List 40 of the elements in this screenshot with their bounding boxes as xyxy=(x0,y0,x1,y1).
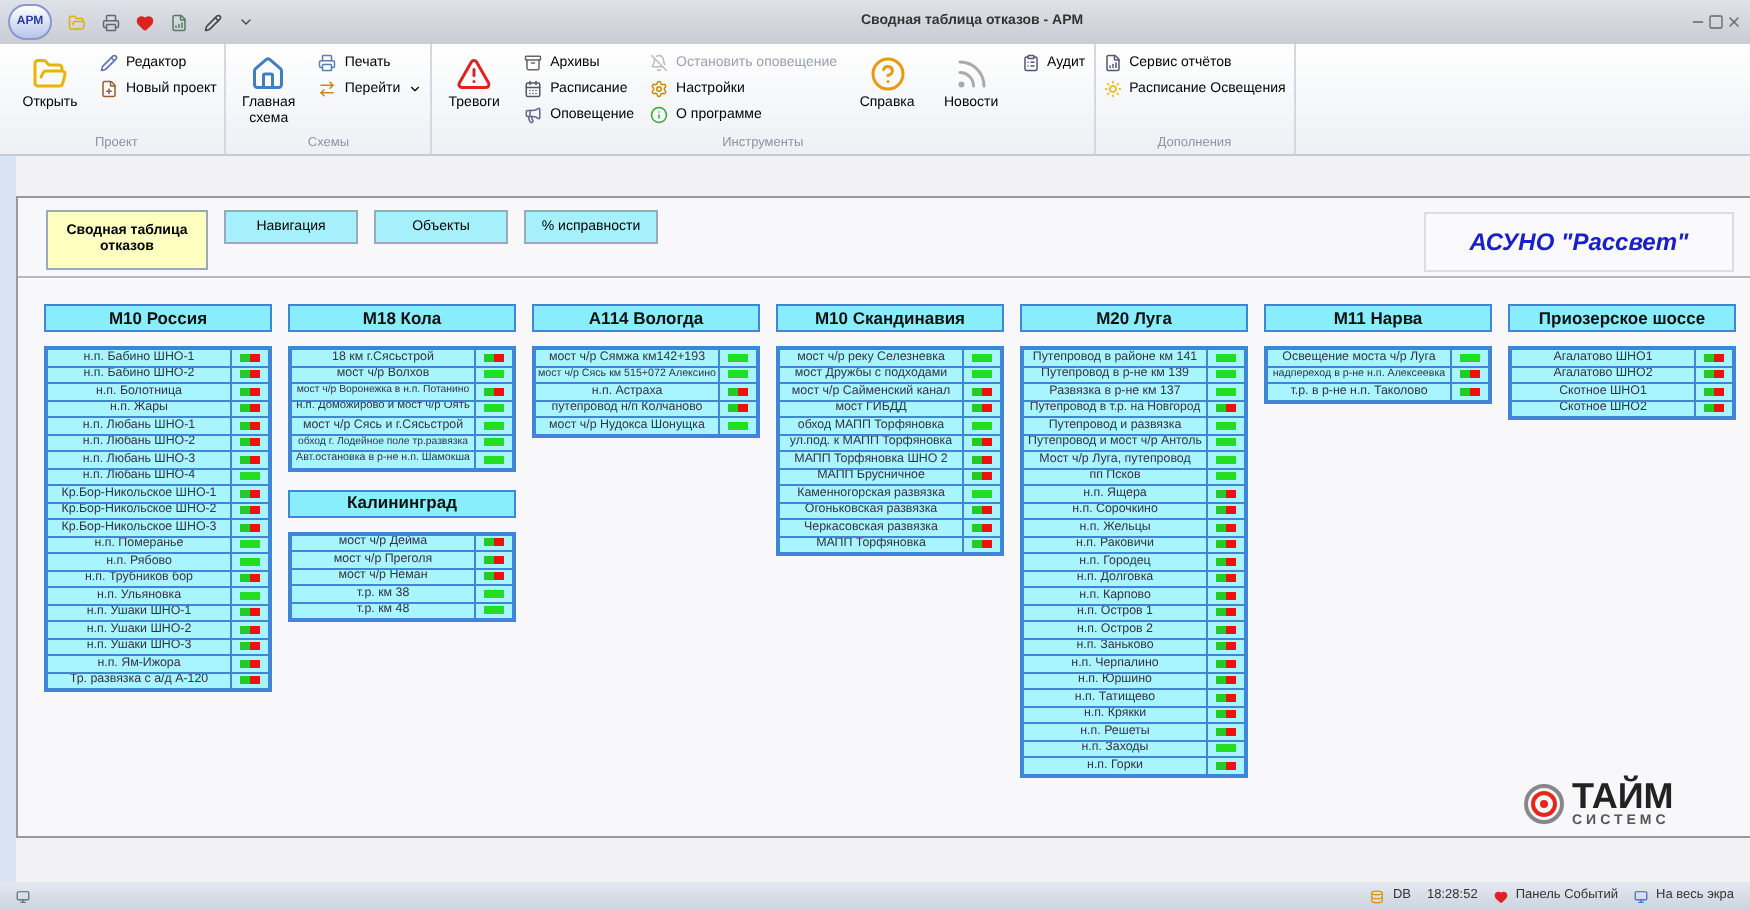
quick-access-icon[interactable] xyxy=(102,13,120,31)
status-icon xyxy=(16,889,30,903)
road-header: А114 Вологда xyxy=(532,304,760,332)
ribbon-icon xyxy=(869,56,906,92)
ribbon-icon xyxy=(100,54,118,72)
ribbon-icon xyxy=(650,80,669,98)
quick-access-icon[interactable] xyxy=(204,13,222,31)
close-icon[interactable] xyxy=(1726,14,1742,30)
ribbon-icon xyxy=(524,54,543,72)
ribbon-icon xyxy=(1103,80,1122,98)
road-header: М11 Нарва xyxy=(1264,304,1492,332)
database-icon xyxy=(1370,889,1385,903)
road-header: Приозерское шоссе xyxy=(1508,304,1736,332)
ribbon-icon xyxy=(456,56,493,92)
ribbon-icon xyxy=(524,80,543,98)
ribbon-icon xyxy=(32,56,68,92)
maximize-icon[interactable] xyxy=(1708,14,1724,30)
ribbon-icon xyxy=(318,80,337,98)
heart-icon[interactable] xyxy=(1493,889,1508,903)
ribbon-icon xyxy=(650,106,669,124)
ribbon-icon xyxy=(953,56,990,92)
brand-label: АСУНО "Рассвет" xyxy=(1424,212,1734,272)
ribbon-icon xyxy=(650,54,669,72)
company-name: ТАЙМ xyxy=(1572,778,1674,814)
road-header: М20 Луга xyxy=(1020,304,1248,332)
ribbon-icon xyxy=(1021,54,1040,72)
quick-access-icon[interactable] xyxy=(170,13,188,31)
ribbon-icon xyxy=(318,54,337,72)
road-header: М10 Скандинавия xyxy=(776,304,1004,332)
road-header: Калининград xyxy=(288,489,516,517)
ribbon-icon xyxy=(250,56,287,92)
ribbon-icon xyxy=(100,80,118,98)
caret-icon xyxy=(408,82,423,96)
quick-access-icon[interactable] xyxy=(136,13,154,31)
fullscreen-icon[interactable] xyxy=(1634,889,1649,903)
road-header: М10 Россия xyxy=(44,304,272,332)
ribbon-icon xyxy=(524,106,543,124)
road-header: М18 Кола xyxy=(288,304,516,332)
customize-icon[interactable] xyxy=(238,14,254,30)
ribbon-icon xyxy=(1103,54,1122,72)
